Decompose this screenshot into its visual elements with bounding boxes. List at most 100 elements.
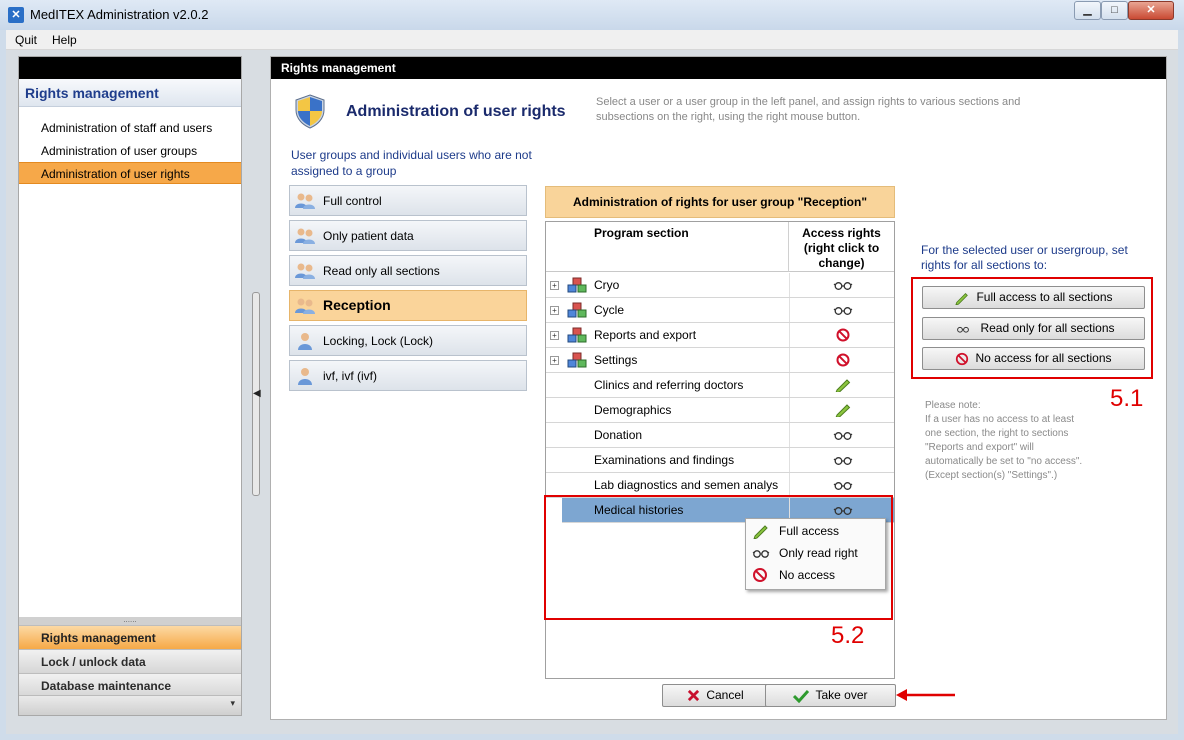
access-right-cell[interactable] [789,298,894,322]
column-header-section: Program section [546,222,789,272]
access-right-cell[interactable] [789,373,894,397]
main-header: Rights management [271,57,1166,79]
user-label: ivf, ivf (ivf) [323,369,377,383]
sidebar-item-staff-users[interactable]: Administration of staff and users [19,117,241,139]
user-group-icon [295,263,315,279]
table-row[interactable]: Examinations and findings [546,448,894,473]
section-name: Clinics and referring doctors [594,378,744,392]
pencil-icon [835,379,851,392]
user-icon [298,333,312,350]
chevron-down-icon[interactable]: ▾ [230,698,235,709]
user-label: Locking, Lock (Lock) [323,334,434,348]
collapse-arrow-icon[interactable]: ◀ [253,388,261,399]
sidebar-item-user-groups[interactable]: Administration of user groups [19,140,241,162]
modules-icon [567,352,587,368]
user-group-icon [295,193,315,209]
main-panel: Rights management Administration of user… [270,56,1167,720]
expand-toggle-icon[interactable]: + [550,356,559,365]
table-row[interactable]: + Cryo [546,273,894,298]
sidebar-resize-grip[interactable]: ...... [19,616,241,625]
annotation-label-5-1: 5.1 [1110,385,1144,412]
user-group-icon [295,298,315,314]
groups-caption: User groups and individual users who are… [291,148,532,178]
group-label: Reception [323,297,391,313]
group-label: Read only all sections [323,264,440,278]
access-right-cell[interactable] [789,398,894,422]
section-name: Settings [594,353,638,367]
rights-table-title: Administration of rights for user group … [545,186,895,218]
section-name: Donation [594,428,643,442]
table-row[interactable]: + Cycle [546,298,894,323]
glasses-icon [833,282,853,290]
title-bar: ✕ MedITEX Administration v2.0.2 ▁ □ ✕ [0,0,1184,30]
access-right-cell[interactable] [789,423,894,447]
maximize-button[interactable]: □ [1101,1,1128,20]
access-right-cell[interactable] [789,323,894,347]
menu-help[interactable]: Help [52,33,77,47]
set-all-caption: For the selected user or usergroup, set … [921,243,1128,272]
group-label: Only patient data [323,229,414,243]
user-group-icon [295,228,315,244]
annotation-label-5-2: 5.2 [831,622,865,649]
sidebar-top-bar [19,57,241,79]
close-button[interactable]: ✕ [1128,1,1174,20]
section-name: Reports and export [594,328,697,342]
sidebar-footer: ▾ [19,695,241,715]
expand-toggle-icon[interactable]: + [550,306,559,315]
user-item-locking[interactable]: Locking, Lock (Lock) [289,325,527,356]
expand-toggle-icon[interactable]: + [550,331,559,340]
table-row[interactable]: + Reports and export [546,323,894,348]
section-name: Cryo [594,278,620,292]
table-row[interactable]: Demographics [546,398,894,423]
annotation-box-5-1 [911,277,1153,379]
note-text: Please note: If a user has no access to … [925,400,1083,481]
group-item-reception[interactable]: Reception [289,290,527,321]
table-row[interactable]: Clinics and referring doctors [546,373,894,398]
expand-toggle-icon[interactable]: + [550,281,559,290]
access-right-cell[interactable] [789,273,894,297]
section-name: Lab diagnostics and semen analys [594,478,779,492]
button-label: Take over [815,688,868,702]
sidebar: Rights management Administration of staf… [18,56,242,716]
access-right-cell[interactable] [789,348,894,372]
minimize-button[interactable]: ▁ [1074,1,1101,20]
page-description: Select a user or a user group in the lef… [596,96,1021,123]
nav-lock-unlock-data[interactable]: Lock / unlock data [19,649,241,673]
glasses-icon [833,482,853,490]
glasses-icon [833,432,853,440]
group-item-only-patient-data[interactable]: Only patient data [289,220,527,251]
close-icon [688,690,700,702]
glasses-icon [833,457,853,465]
no-entry-icon [836,328,850,342]
sidebar-heading: Rights management [19,79,241,107]
window-title: MedITEX Administration v2.0.2 [30,7,209,22]
annotation-box-5-2 [544,495,893,620]
checkmark-icon [793,689,810,703]
table-row[interactable]: + Settings [546,348,894,373]
user-item-ivf[interactable]: ivf, ivf (ivf) [289,360,527,391]
user-icon [298,368,312,385]
access-right-cell[interactable] [789,448,894,472]
column-header-access: Access rights (right click to change) [789,222,894,272]
menu-quit[interactable]: Quit [15,33,37,47]
page-title: Administration of user rights [346,103,566,120]
button-label: Cancel [706,688,744,702]
annotation-arrow-icon [896,689,955,701]
group-item-full-control[interactable]: Full control [289,185,527,216]
nav-database-maintenance[interactable]: Database maintenance [19,673,241,697]
take-over-button[interactable]: Take over [765,684,896,707]
glasses-icon [833,307,853,315]
app-icon: ✕ [8,7,24,23]
section-name: Cycle [594,303,625,317]
pencil-icon [835,404,851,417]
cancel-button[interactable]: Cancel [662,684,769,707]
no-entry-icon [836,353,850,367]
table-row[interactable]: Donation [546,423,894,448]
group-item-read-only-all[interactable]: Read only all sections [289,255,527,286]
modules-icon [567,302,587,318]
access-right-cell[interactable] [789,473,894,497]
modules-icon [567,277,587,293]
sidebar-item-user-rights[interactable]: Administration of user rights [19,162,241,184]
section-name: Demographics [594,403,672,417]
nav-rights-management[interactable]: Rights management [19,625,241,649]
